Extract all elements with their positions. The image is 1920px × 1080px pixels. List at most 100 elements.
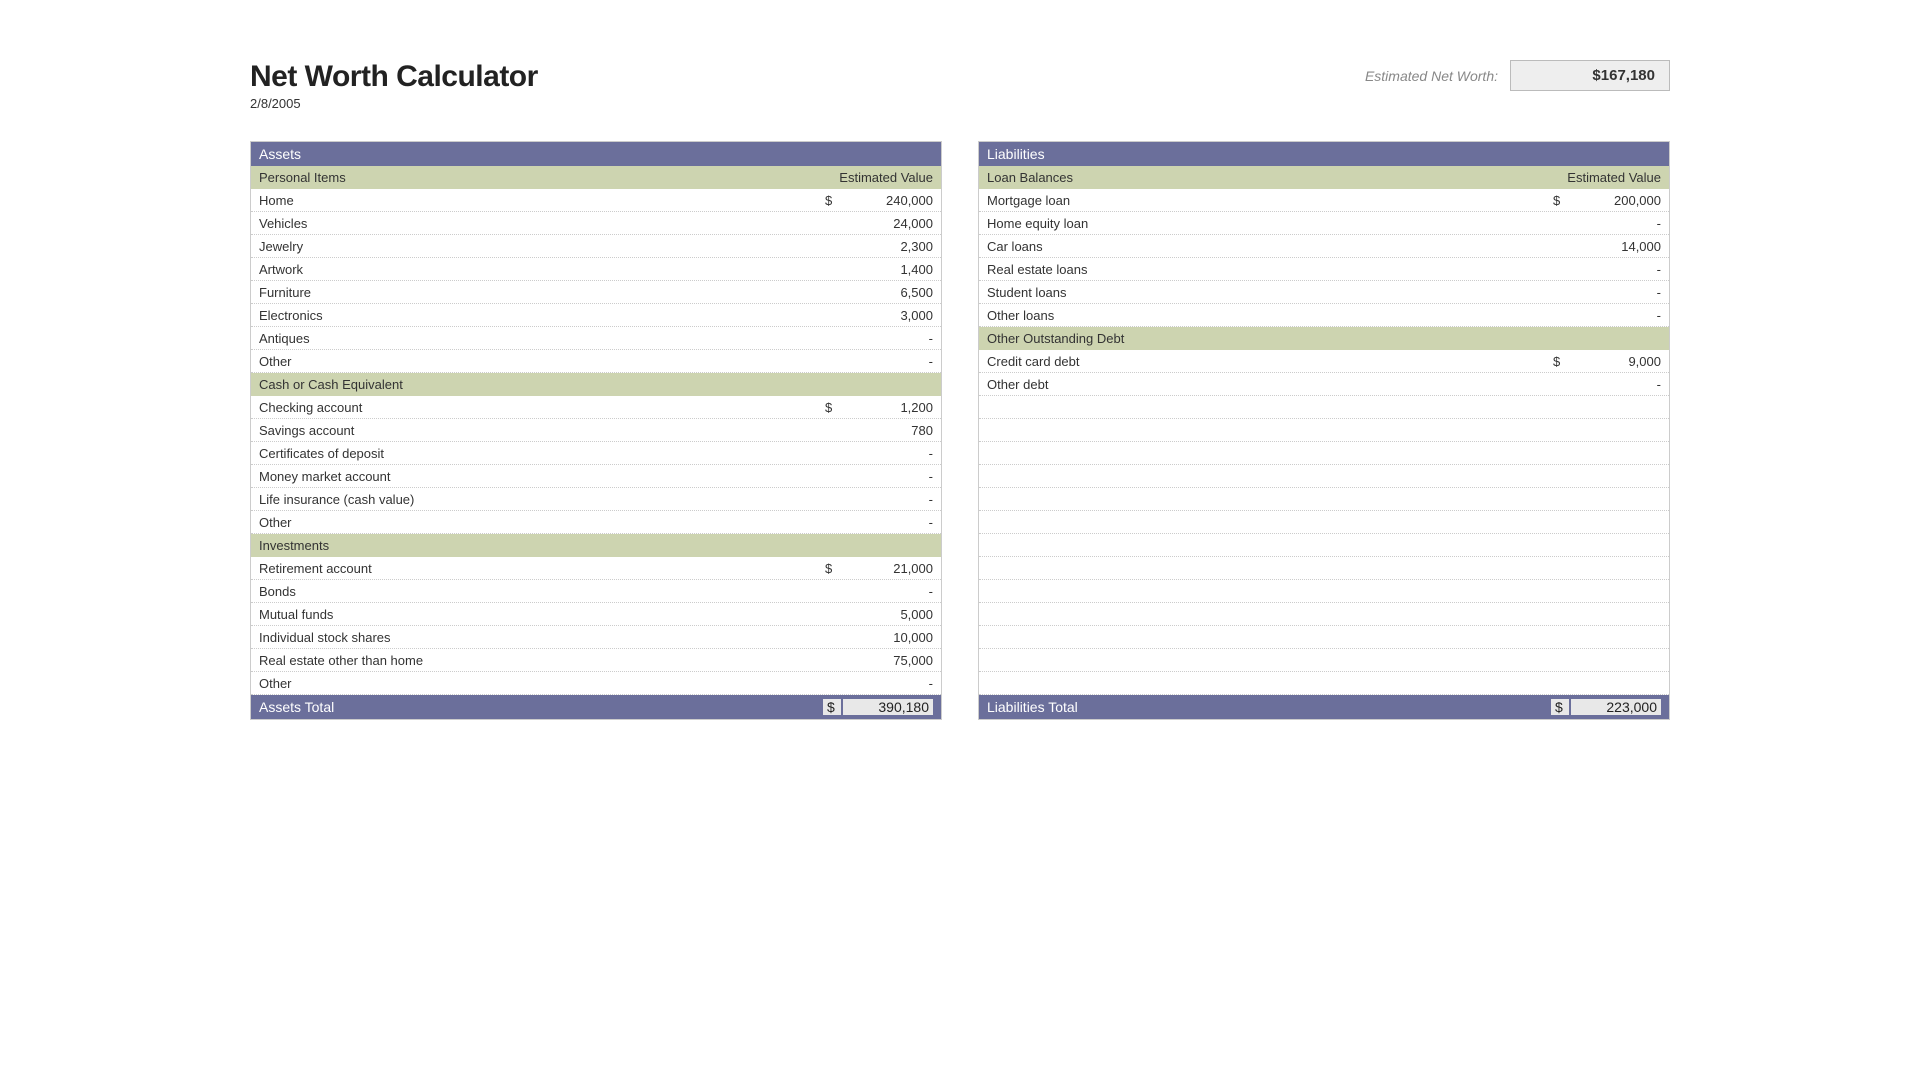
row-label: Artwork [259,262,825,277]
row-label: Money market account [259,469,825,484]
row-label: Mortgage loan [987,193,1553,208]
row-value: - [843,446,933,461]
assets-group-header: Investments [251,534,941,557]
total-value: 223,000 [1571,699,1661,715]
currency-symbol: $ [825,561,843,576]
row-label: Other [259,676,825,691]
currency-symbol: $ [823,699,841,715]
group-title: Personal Items [259,170,346,185]
assets-row: Furniture 6,500 [251,281,941,304]
empty-row [979,465,1669,488]
row-value: - [843,492,933,507]
currency-symbol: $ [1553,193,1571,208]
row-value: 2,300 [843,239,933,254]
row-label: Real estate other than home [259,653,825,668]
row-label: Bonds [259,584,825,599]
assets-row: Life insurance (cash value) - [251,488,941,511]
row-value: 75,000 [843,653,933,668]
assets-row: Mutual funds 5,000 [251,603,941,626]
assets-row: Artwork 1,400 [251,258,941,281]
currency-symbol: $ [825,400,843,415]
row-label: Checking account [259,400,825,415]
row-value: 21,000 [843,561,933,576]
row-label: Credit card debt [987,354,1553,369]
row-value: 6,500 [843,285,933,300]
row-value: 240,000 [843,193,933,208]
empty-row [979,603,1669,626]
liabilities-total-row: Liabilities Total$223,000 [979,695,1669,719]
row-value: - [1571,377,1661,392]
row-label: Other [259,515,825,530]
row-label: Jewelry [259,239,825,254]
row-value: 10,000 [843,630,933,645]
group-title: Investments [259,538,329,553]
liabilities-group-header: Other Outstanding Debt [979,327,1669,350]
currency-symbol: $ [825,193,843,208]
empty-row [979,557,1669,580]
row-value: - [1571,308,1661,323]
group-value-label: Estimated Value [839,170,933,185]
liabilities-group-header: Loan BalancesEstimated Value [979,166,1669,189]
assets-row: Certificates of deposit- [251,442,941,465]
liabilities-row: Mortgage loan$200,000 [979,189,1669,212]
row-label: Other [259,354,825,369]
liabilities-row: Student loans - [979,281,1669,304]
row-label: Electronics [259,308,825,323]
networth-value: $167,180 [1510,60,1670,91]
row-label: Student loans [987,285,1553,300]
group-title: Other Outstanding Debt [987,331,1124,346]
assets-row: Antiques- [251,327,941,350]
empty-row [979,396,1669,419]
liabilities-row: Other debt- [979,373,1669,396]
assets-row: Bonds- [251,580,941,603]
row-label: Mutual funds [259,607,825,622]
assets-row: Jewelry 2,300 [251,235,941,258]
liabilities-row: Real estate loans- [979,258,1669,281]
empty-row [979,672,1669,695]
assets-group-header: Cash or Cash Equivalent [251,373,941,396]
row-label: Savings account [259,423,825,438]
assets-row: Other- [251,511,941,534]
row-label: Car loans [987,239,1553,254]
row-value: 1,400 [843,262,933,277]
assets-row: Home$240,000 [251,189,941,212]
empty-row [979,511,1669,534]
row-value: 5,000 [843,607,933,622]
assets-row: Money market account - [251,465,941,488]
liabilities-row: Other loans- [979,304,1669,327]
row-value: 780 [843,423,933,438]
assets-header: Assets [251,142,941,166]
liabilities-row: Credit card debt$9,000 [979,350,1669,373]
row-label: Real estate loans [987,262,1553,277]
total-value: 390,180 [843,699,933,715]
currency-symbol: $ [1551,699,1569,715]
liabilities-column: LiabilitiesLoan BalancesEstimated ValueM… [978,141,1670,720]
assets-group-header: Personal Items Estimated Value [251,166,941,189]
currency-symbol: $ [1553,354,1571,369]
row-value: 14,000 [1571,239,1661,254]
row-value: 1,200 [843,400,933,415]
row-label: Furniture [259,285,825,300]
assets-row: Electronics3,000 [251,304,941,327]
assets-row: Individual stock shares10,000 [251,626,941,649]
empty-row [979,534,1669,557]
row-value: 24,000 [843,216,933,231]
liabilities-header: Liabilities [979,142,1669,166]
row-label: Home equity loan [987,216,1553,231]
page-title: Net Worth Calculator [250,60,538,94]
group-value-label: Estimated Value [1567,170,1661,185]
row-value: 200,000 [1571,193,1661,208]
row-value: - [843,469,933,484]
row-label: Home [259,193,825,208]
row-value: - [843,676,933,691]
row-value: - [1571,285,1661,300]
assets-total-row: Assets Total$390,180 [251,695,941,719]
row-label: Life insurance (cash value) [259,492,825,507]
assets-row: Other- [251,350,941,373]
row-value: - [843,331,933,346]
row-label: Retirement account [259,561,825,576]
row-value: 9,000 [1571,354,1661,369]
group-title: Cash or Cash Equivalent [259,377,403,392]
assets-row: Other - [251,672,941,695]
title-block: Net Worth Calculator 2/8/2005 [250,60,538,111]
